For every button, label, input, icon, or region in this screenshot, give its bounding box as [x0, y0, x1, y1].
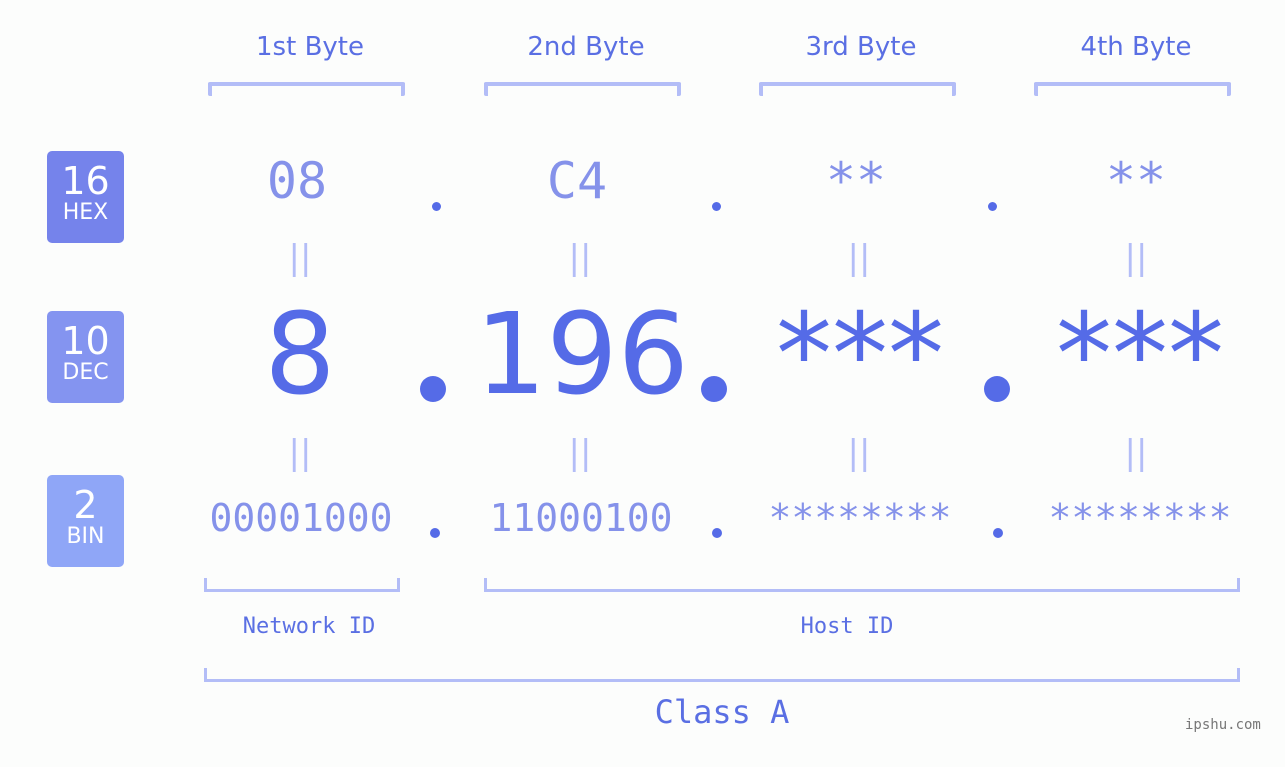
dec-dot-2 [701, 376, 727, 402]
equals-sign: || [288, 433, 312, 473]
hex-base: 16 [61, 159, 110, 203]
dec-label: DEC [62, 360, 109, 385]
dec-byte-2: 196 [475, 290, 689, 420]
bin-base: 2 [73, 483, 98, 527]
hex-byte-2: C4 [546, 152, 608, 210]
bin-dot-1 [430, 528, 440, 538]
bin-dot-2 [712, 528, 722, 538]
dec-dot-1 [420, 376, 446, 402]
equals-sign: || [568, 238, 592, 278]
byte-header-1: 1st Byte [256, 32, 364, 62]
hex-label: HEX [62, 200, 109, 225]
byte-bracket-1 [208, 82, 405, 96]
byte-bracket-3 [759, 82, 956, 96]
equals-sign: || [1124, 433, 1148, 473]
equals-sign: || [847, 433, 871, 473]
byte-bracket-4 [1034, 82, 1231, 96]
hex-byte-3: ** [825, 152, 887, 210]
class-label: Class A [654, 693, 790, 731]
watermark: ipshu.com [1185, 717, 1261, 733]
host-id-label: Host ID [800, 614, 894, 639]
dec-byte-1: 8 [264, 290, 336, 420]
bin-byte-3: ******** [768, 496, 952, 540]
hex-byte-1: 08 [266, 152, 328, 210]
equals-sign: || [847, 238, 871, 278]
byte-header-4: 4th Byte [1080, 32, 1192, 62]
hex-byte-4: ** [1105, 152, 1167, 210]
equals-sign: || [1124, 238, 1148, 278]
byte-bracket-2 [484, 82, 681, 96]
equals-sign: || [288, 238, 312, 278]
dec-byte-3: *** [776, 290, 944, 420]
host-id-bracket [484, 578, 1240, 592]
byte-header-3: 3rd Byte [805, 32, 917, 62]
network-id-label: Network ID [242, 614, 376, 639]
equals-sign: || [568, 433, 592, 473]
bin-byte-4: ******** [1048, 496, 1232, 540]
bin-byte-1: 00001000 [209, 496, 393, 540]
dec-base: 10 [61, 319, 110, 363]
hex-dot-2 [712, 202, 721, 211]
byte-header-2: 2nd Byte [527, 32, 645, 62]
dec-byte-4: *** [1056, 290, 1224, 420]
hex-dot-1 [432, 202, 441, 211]
bin-badge: 2 BIN [47, 475, 124, 567]
hex-badge: 16 HEX [47, 151, 124, 243]
class-bracket [204, 668, 1240, 682]
hex-dot-3 [988, 202, 997, 211]
dec-dot-3 [984, 376, 1010, 402]
bin-dot-3 [993, 528, 1003, 538]
dec-badge: 10 DEC [47, 311, 124, 403]
bin-label: BIN [66, 524, 105, 549]
bin-byte-2: 11000100 [489, 496, 673, 540]
network-id-bracket [204, 578, 400, 592]
